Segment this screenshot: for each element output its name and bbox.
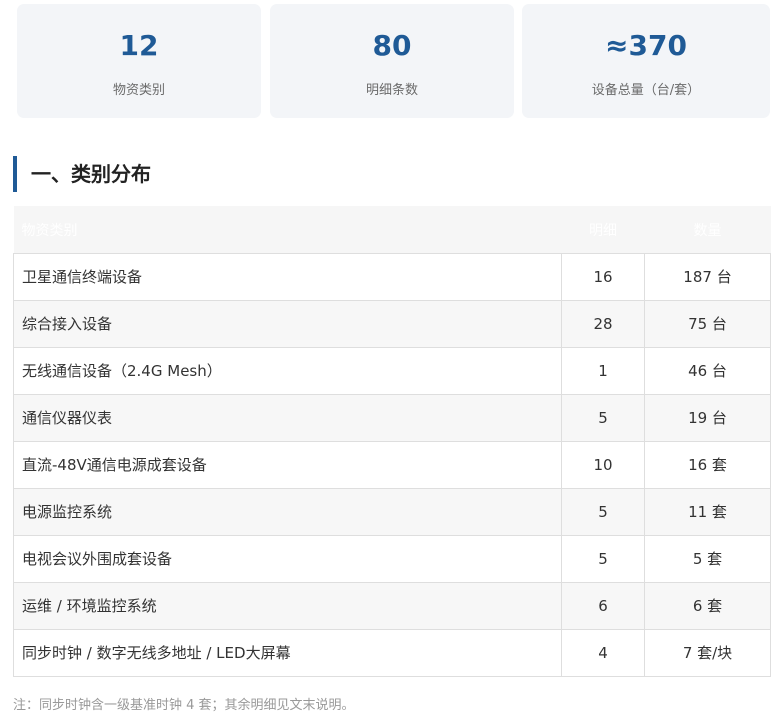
stat-card-categories: 12 物资类别: [17, 4, 261, 118]
table-header-row: 物资类别 明细 数量: [13, 206, 771, 254]
detail-count: 6: [561, 582, 645, 630]
quantity: 46 台: [644, 347, 771, 395]
category-distribution-table: 物资类别 明细 数量 卫星通信终端设备 16 187 台 综合接入设备 28 7…: [13, 206, 771, 677]
table-row: 同步时钟 / 数字无线多地址 / LED大屏幕 4 7 套/块: [13, 629, 771, 677]
column-header-category: 物资类别: [13, 206, 562, 254]
stat-label: 设备总量（台/套）: [591, 83, 701, 98]
stat-value: ≈370: [605, 29, 687, 62]
page: 12 物资类别 80 明细条数 ≈370 设备总量（台/套） 一、类别分布 物资…: [0, 0, 784, 720]
detail-count: 10: [561, 441, 645, 489]
stat-value: 12: [119, 29, 159, 62]
category-name: 运维 / 环境监控系统: [13, 582, 562, 630]
detail-count: 5: [561, 394, 645, 442]
column-header-detail: 明细: [561, 206, 645, 254]
detail-count: 5: [561, 535, 645, 583]
detail-count: 5: [561, 488, 645, 536]
table-row: 无线通信设备（2.4G Mesh） 1 46 台: [13, 347, 771, 395]
detail-count: 1: [561, 347, 645, 395]
stat-card-detail-count: 80 明细条数: [270, 4, 514, 118]
quantity: 75 台: [644, 300, 771, 348]
stat-label: 物资类别: [112, 83, 165, 98]
table-row: 电源监控系统 5 11 套: [13, 488, 771, 536]
quantity: 11 套: [644, 488, 771, 536]
stat-label: 明细条数: [365, 83, 418, 98]
quantity: 7 套/块: [644, 629, 771, 677]
stat-card-equipment-total: ≈370 设备总量（台/套）: [522, 4, 770, 118]
column-header-quantity: 数量: [644, 206, 771, 254]
detail-count: 28: [561, 300, 645, 348]
quantity: 19 台: [644, 394, 771, 442]
table-row: 卫星通信终端设备 16 187 台: [13, 253, 771, 301]
detail-count: 16: [561, 253, 645, 301]
footnote: 注：同步时钟含一级基准时钟 4 套；其余明细见文末说明。: [13, 698, 355, 713]
stats-row: 12 物资类别 80 明细条数 ≈370 设备总量（台/套）: [17, 4, 770, 118]
table-row: 综合接入设备 28 75 台: [13, 300, 771, 348]
category-name: 电源监控系统: [13, 488, 562, 536]
category-name: 电视会议外围成套设备: [13, 535, 562, 583]
table-row: 运维 / 环境监控系统 6 6 套: [13, 582, 771, 630]
table-row: 电视会议外围成套设备 5 5 套: [13, 535, 771, 583]
category-name: 无线通信设备（2.4G Mesh）: [13, 347, 562, 395]
quantity: 5 套: [644, 535, 771, 583]
section-title: 一、类别分布: [13, 156, 151, 192]
stat-value: 80: [372, 29, 412, 62]
category-name: 通信仪器仪表: [13, 394, 562, 442]
category-name: 综合接入设备: [13, 300, 562, 348]
detail-count: 4: [561, 629, 645, 677]
quantity: 187 台: [644, 253, 771, 301]
table-row: 直流-48V通信电源成套设备 10 16 套: [13, 441, 771, 489]
quantity: 16 套: [644, 441, 771, 489]
category-name: 卫星通信终端设备: [13, 253, 562, 301]
quantity: 6 套: [644, 582, 771, 630]
table-row: 通信仪器仪表 5 19 台: [13, 394, 771, 442]
category-name: 同步时钟 / 数字无线多地址 / LED大屏幕: [13, 629, 562, 677]
category-name: 直流-48V通信电源成套设备: [13, 441, 562, 489]
